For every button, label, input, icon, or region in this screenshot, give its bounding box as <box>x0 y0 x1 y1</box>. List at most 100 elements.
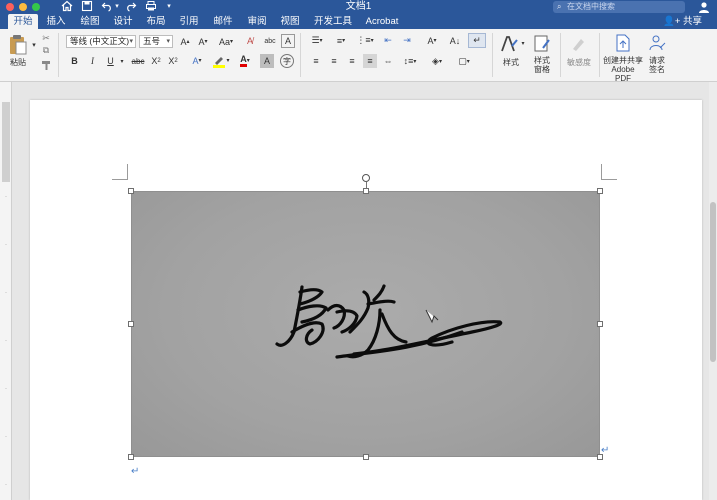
italic-icon[interactable]: I <box>86 54 99 68</box>
bold-icon[interactable]: B <box>68 54 81 68</box>
resize-handle-bottom[interactable] <box>363 454 369 460</box>
tab-insert[interactable]: 插入 <box>44 14 68 29</box>
character-shading-icon[interactable]: A <box>260 54 274 68</box>
ribbon-separator <box>599 33 600 77</box>
home-icon[interactable] <box>60 0 74 14</box>
underline-icon[interactable]: U <box>104 54 117 68</box>
tab-draw[interactable]: 绘图 <box>78 14 102 29</box>
styles-pane-label-line1: 样式 <box>534 56 550 65</box>
signature-drawing <box>275 284 503 359</box>
font-color-button[interactable]: A ▾ <box>235 53 255 68</box>
character-border-icon[interactable]: A <box>281 34 295 48</box>
ribbon-separator <box>560 33 561 77</box>
styles-pane-button[interactable] <box>531 33 553 55</box>
highlight-color-button[interactable]: ▾ <box>210 53 232 68</box>
sensitivity-icon <box>573 39 584 51</box>
enclose-characters-icon[interactable]: 字 <box>280 54 294 68</box>
sort-icon[interactable]: A↓ <box>448 34 462 47</box>
borders-icon[interactable]: ▢ ▾ <box>452 54 476 68</box>
resize-handle-top-left[interactable] <box>128 188 134 194</box>
phonetic-guide-icon[interactable]: abc <box>262 34 278 48</box>
tab-references[interactable]: 引用 <box>177 14 201 29</box>
distributed-icon[interactable]: ⇔ <box>381 54 395 68</box>
align-right-icon[interactable]: ≡ <box>345 54 359 68</box>
tab-mailings[interactable]: 邮件 <box>211 14 235 29</box>
ribbon-home: ▾ 粘贴 ✂ ⧉ 等线 (中文正文) ▾ 五号 ▾ A ▴ A ▾ Aa ▾ A̸ a… <box>0 29 717 83</box>
strikethrough-icon[interactable]: abc <box>130 54 146 68</box>
text-effects-icon[interactable]: A ▾ <box>188 53 206 68</box>
save-icon[interactable] <box>80 0 94 14</box>
create-pdf-button[interactable] <box>612 32 634 54</box>
create-pdf-label-line2: Adobe PDF <box>611 65 635 83</box>
clear-formatting-icon[interactable]: A̸ <box>242 34 258 48</box>
shrink-font-button[interactable]: A ▾ <box>195 35 211 48</box>
multilevel-list-icon[interactable]: ⋮≡ ▾ <box>355 34 375 47</box>
paragraph-mark-icon: ↵ <box>131 466 140 477</box>
resize-handle-right[interactable] <box>597 321 603 327</box>
ruler-tick: · <box>5 194 7 200</box>
customize-toolbar-chevron-icon[interactable]: ▾ <box>164 0 174 14</box>
decrease-indent-icon[interactable]: ⇤ <box>381 34 395 47</box>
tab-view[interactable]: 视图 <box>278 14 302 29</box>
subscript-icon[interactable]: X2 <box>149 54 163 68</box>
tab-review[interactable]: 审阅 <box>245 14 269 29</box>
search-input[interactable]: ⌕ 在文档中搜索 <box>553 1 685 13</box>
vertical-ruler[interactable]: · · · · · · · <box>0 82 12 500</box>
tab-developer[interactable]: 开发工具 <box>311 14 355 29</box>
scrollbar-thumb[interactable] <box>710 202 716 362</box>
format-painter-icon[interactable] <box>40 59 52 71</box>
request-signature-button[interactable] <box>646 32 668 54</box>
paste-button[interactable] <box>6 33 30 57</box>
print-icon[interactable] <box>144 0 158 14</box>
change-case-button[interactable]: Aa ▾ <box>215 35 237 48</box>
underline-chevron-icon[interactable]: ▾ <box>118 56 126 66</box>
minimize-window-button[interactable] <box>19 3 27 11</box>
request-signature-label-line1: 请求 <box>649 56 665 65</box>
resize-handle-top[interactable] <box>363 188 369 194</box>
chevron-down-icon: ▾ <box>129 38 133 45</box>
increase-indent-icon[interactable]: ⇥ <box>400 34 414 47</box>
undo-dropdown-chevron-icon[interactable]: ▾ <box>113 0 121 14</box>
asian-layout-icon[interactable]: A ▾ <box>422 34 442 47</box>
tab-design[interactable]: 设计 <box>111 14 135 29</box>
paste-options-chevron-icon[interactable]: ▾ <box>31 41 37 49</box>
font-name-select[interactable]: 等线 (中文正文) ▾ <box>66 35 136 48</box>
resize-handle-bottom-left[interactable] <box>128 454 134 460</box>
redo-icon[interactable] <box>124 0 138 14</box>
superscript-icon[interactable]: X2 <box>166 54 180 68</box>
zoom-window-button[interactable] <box>32 3 40 11</box>
chevron-down-icon: ▾ <box>166 38 170 45</box>
tab-home[interactable]: 开始 <box>8 14 38 29</box>
font-size-select[interactable]: 五号 ▾ <box>139 35 173 48</box>
bullets-icon[interactable]: ☰ ▾ <box>307 34 327 47</box>
resize-handle-left[interactable] <box>128 321 134 327</box>
copy-icon[interactable]: ⧉ <box>40 44 52 56</box>
share-button[interactable]: 👤+ 共享 <box>663 14 702 29</box>
resize-handle-top-right[interactable] <box>597 188 603 194</box>
signature-image[interactable] <box>131 191 600 457</box>
styles-chevron-icon[interactable]: ▾ <box>520 39 526 47</box>
align-left-icon[interactable]: ≡ <box>309 54 323 68</box>
justify-icon[interactable]: ≡ <box>363 54 377 68</box>
align-center-icon[interactable]: ≡ <box>327 54 341 68</box>
undo-icon[interactable] <box>100 0 114 14</box>
numbering-icon[interactable]: ≡ ▾ <box>331 34 351 47</box>
title-bar: ▾ ▾ 文档1 ⌕ 在文档中搜索 <box>0 0 717 14</box>
rotate-handle[interactable] <box>362 174 370 182</box>
paragraph-mark-icon: ↵ <box>601 445 610 456</box>
vertical-scrollbar[interactable] <box>709 82 717 500</box>
line-spacing-icon[interactable]: ↕≡ ▾ <box>400 54 420 68</box>
show-formatting-marks-icon[interactable]: ↵ <box>468 33 486 48</box>
ruler-tick: · <box>5 434 7 440</box>
margin-corner-mark <box>601 164 617 180</box>
tab-layout[interactable]: 布局 <box>144 14 168 29</box>
styles-gallery-button[interactable] <box>498 33 520 55</box>
shading-icon[interactable]: ◈ ▾ <box>426 54 448 68</box>
search-icon: ⌕ <box>557 2 562 11</box>
sensitivity-button[interactable] <box>567 33 589 55</box>
cut-icon[interactable]: ✂ <box>40 32 52 44</box>
account-icon[interactable] <box>697 0 711 14</box>
close-window-button[interactable] <box>6 3 14 11</box>
grow-font-button[interactable]: A ▴ <box>177 35 193 48</box>
tab-acrobat[interactable]: Acrobat <box>362 14 402 29</box>
